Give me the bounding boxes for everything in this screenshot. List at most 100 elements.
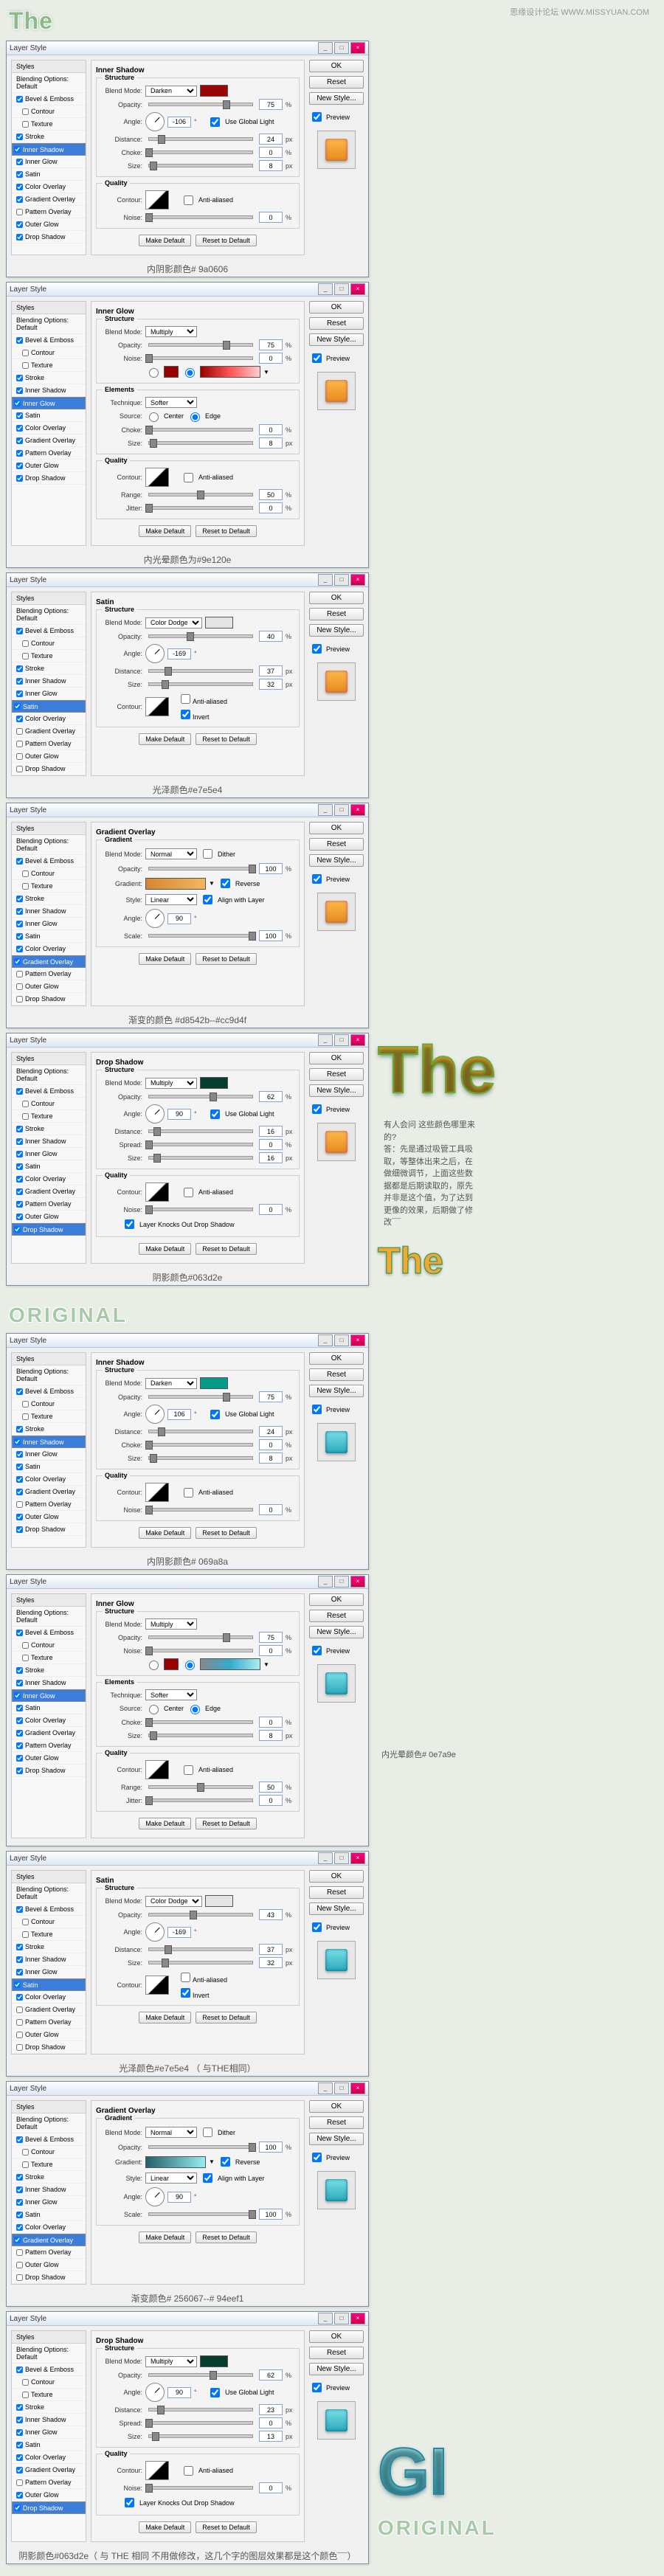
sidebar-check-bevel[interactable]	[16, 337, 23, 344]
sidebar-item-drop_shadow[interactable]: Drop Shadow	[12, 231, 86, 243]
sidebar-check-contour[interactable]	[22, 2379, 29, 2386]
preview-check[interactable]	[312, 874, 322, 884]
sidebar-item-inner_glow[interactable]: Inner Glow	[12, 2426, 86, 2439]
make-default-button[interactable]: Make Default	[139, 525, 191, 537]
sidebar-check-color_overlay[interactable]	[16, 946, 23, 952]
make-default-button[interactable]: Make Default	[139, 2012, 191, 2023]
gradient-picker[interactable]	[145, 878, 206, 890]
sidebar-item-inner_glow[interactable]: Inner Glow	[12, 1966, 86, 1978]
maximize-button[interactable]: □	[334, 283, 349, 295]
sidebar-item-stroke[interactable]: Stroke	[12, 1941, 86, 1953]
sidebar-check-stroke[interactable]	[16, 2404, 23, 2411]
value-input[interactable]	[259, 2404, 283, 2415]
global-light-check[interactable]	[210, 1109, 220, 1119]
sidebar-item-contour[interactable]: Contour	[12, 1916, 86, 1928]
sidebar-item-inner_shadow[interactable]: Inner Shadow	[12, 1677, 86, 1689]
sidebar-check-drop_shadow[interactable]	[16, 475, 23, 482]
reset-button[interactable]: Reset	[309, 838, 364, 851]
sidebar-item-gradient_overlay[interactable]: Gradient Overlay	[12, 955, 86, 968]
color-swatch[interactable]	[200, 85, 228, 97]
sidebar-check-contour[interactable]	[22, 350, 29, 356]
sidebar-check-inner_glow[interactable]	[14, 1692, 21, 1699]
minimize-button[interactable]: _	[318, 1852, 333, 1864]
maximize-button[interactable]: □	[334, 574, 349, 586]
reset-default-button[interactable]: Reset to Default	[196, 733, 257, 745]
sidebar-check-satin[interactable]	[16, 2442, 23, 2448]
sidebar-item-outer_glow[interactable]: Outer Glow	[12, 750, 86, 763]
sidebar-check-stroke[interactable]	[16, 1667, 23, 1674]
sidebar-item-drop_shadow[interactable]: Drop Shadow	[12, 2271, 86, 2284]
value-input[interactable]	[259, 2431, 283, 2442]
anti-aliased-check[interactable]	[184, 2466, 193, 2476]
sidebar-check-inner_shadow[interactable]	[16, 2187, 23, 2193]
sidebar-item-satin[interactable]: Satin	[12, 700, 86, 713]
contour-picker[interactable]	[145, 468, 169, 487]
sidebar-item-inner_glow[interactable]: Inner Glow	[12, 1148, 86, 1160]
value-input[interactable]	[259, 489, 283, 500]
sidebar-check-drop_shadow[interactable]	[14, 2504, 21, 2511]
blend-mode-select[interactable]: Normal	[145, 848, 197, 859]
sidebar-item-gradient_overlay[interactable]: Gradient Overlay	[12, 1486, 86, 1498]
sidebar-item-stroke[interactable]: Stroke	[12, 1423, 86, 1436]
sidebar-check-bevel[interactable]	[16, 628, 23, 634]
sidebar-check-inner_shadow[interactable]	[16, 1680, 23, 1686]
value-input[interactable]	[259, 160, 283, 171]
sidebar-check-inner_glow[interactable]	[16, 159, 23, 165]
slider[interactable]	[148, 493, 253, 496]
close-button[interactable]: ×	[350, 2313, 365, 2324]
sidebar-item-contour[interactable]: Contour	[12, 1098, 86, 1110]
value-input[interactable]	[259, 679, 283, 690]
slider[interactable]	[148, 356, 253, 360]
sidebar-item-texture[interactable]: Texture	[12, 2389, 86, 2401]
reset-default-button[interactable]: Reset to Default	[196, 2521, 257, 2533]
slider[interactable]	[148, 934, 253, 938]
slider[interactable]	[148, 2212, 253, 2216]
sidebar-item-bevel[interactable]: Bevel & Emboss	[12, 625, 86, 637]
blend-mode-select[interactable]: Color Dodge	[145, 617, 202, 629]
slider[interactable]	[148, 137, 253, 141]
preview-check[interactable]	[312, 1922, 322, 1932]
titlebar[interactable]: Layer Style_□×	[7, 2312, 368, 2326]
sidebar-check-pattern_overlay[interactable]	[16, 450, 23, 457]
close-button[interactable]: ×	[350, 1576, 365, 1588]
sidebar-check-contour[interactable]	[22, 1919, 29, 1925]
reverse-check[interactable]	[221, 879, 230, 888]
slider[interactable]	[148, 634, 253, 638]
sidebar-check-outer_glow[interactable]	[16, 463, 23, 469]
value-input[interactable]	[259, 631, 283, 642]
sidebar-check-contour[interactable]	[22, 1642, 29, 1649]
sidebar-check-satin[interactable]	[14, 1981, 21, 1988]
angle-input[interactable]	[167, 913, 191, 924]
sidebar-item-inner_shadow[interactable]: Inner Shadow	[12, 675, 86, 688]
sidebar-item-inner_shadow[interactable]: Inner Shadow	[12, 384, 86, 397]
sidebar-item-texture[interactable]: Texture	[12, 2158, 86, 2171]
new-style-button[interactable]: New Style...	[309, 1385, 364, 1397]
technique-select[interactable]: Softer	[145, 397, 197, 408]
sidebar-check-drop_shadow[interactable]	[16, 1767, 23, 1774]
sidebar-item-inner_shadow[interactable]: Inner Shadow	[12, 2414, 86, 2426]
value-input[interactable]	[259, 502, 283, 513]
sidebar-item-inner_glow[interactable]: Inner Glow	[12, 918, 86, 930]
sidebar-check-inner_glow[interactable]	[16, 1151, 23, 1157]
maximize-button[interactable]: □	[334, 42, 349, 54]
titlebar[interactable]: Layer Style_□×	[7, 1334, 368, 1348]
sidebar-check-stroke[interactable]	[16, 896, 23, 902]
color-swatch[interactable]	[200, 2355, 228, 2367]
sidebar-item-color_overlay[interactable]: Color Overlay	[12, 181, 86, 193]
sidebar-item-gradient_overlay[interactable]: Gradient Overlay	[12, 193, 86, 206]
sidebar-item-drop_shadow[interactable]: Drop Shadow	[12, 2041, 86, 2054]
titlebar[interactable]: Layer Style_□×	[7, 283, 368, 297]
sidebar-item-pattern_overlay[interactable]: Pattern Overlay	[12, 2016, 86, 2029]
value-input[interactable]	[259, 1091, 283, 1102]
titlebar[interactable]: Layer Style_□×	[7, 1575, 368, 1589]
sidebar-check-pattern_overlay[interactable]	[16, 209, 23, 215]
dither-check[interactable]	[203, 2127, 212, 2137]
sidebar-item-contour[interactable]: Contour	[12, 868, 86, 880]
anti-aliased-check[interactable]	[184, 1488, 193, 1498]
align-check[interactable]	[203, 2173, 212, 2183]
value-input[interactable]	[259, 1439, 283, 1450]
blend-mode-select[interactable]: Darken	[145, 1378, 197, 1389]
sidebar-check-drop_shadow[interactable]	[16, 1526, 23, 1533]
sidebar-check-contour[interactable]	[22, 1101, 29, 1107]
color-swatch[interactable]	[164, 1658, 179, 1670]
